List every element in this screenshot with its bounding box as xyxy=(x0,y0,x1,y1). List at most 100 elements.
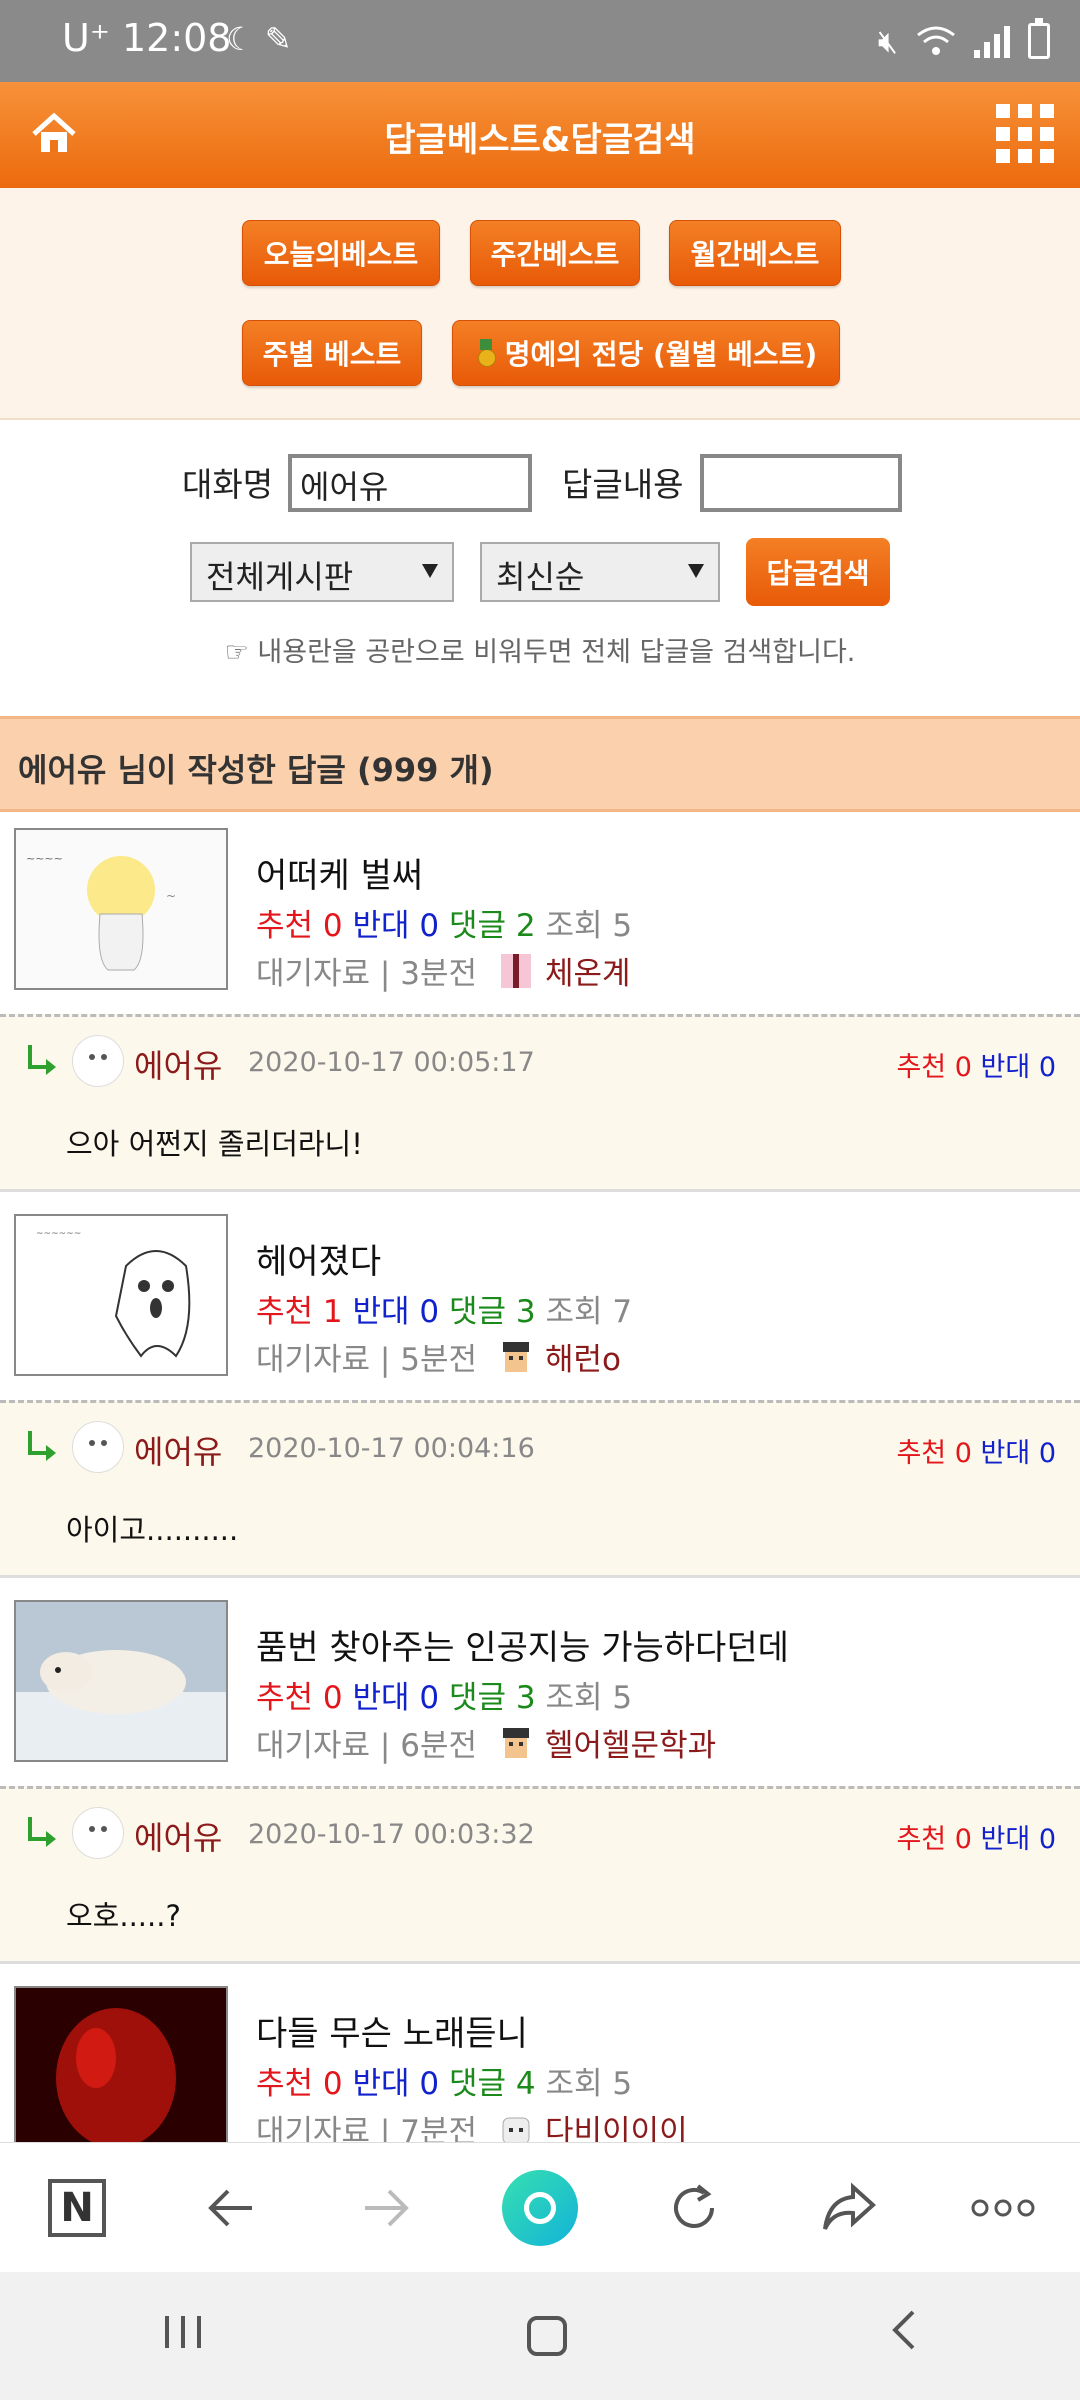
board-select[interactable]: 전체게시판 xyxy=(190,542,454,602)
reply-user[interactable]: 에어유 xyxy=(134,1813,222,1859)
arrow-left-icon xyxy=(208,2189,253,2226)
naver-n-icon: N xyxy=(48,2178,107,2237)
naver-home-button[interactable]: N xyxy=(37,2168,117,2248)
sort-select[interactable]: 최신순 xyxy=(480,542,720,602)
browser-toolbar: N xyxy=(0,2142,1080,2272)
system-nav-bar xyxy=(0,2272,1080,2400)
mute-icon: 🔇︎ xyxy=(877,21,898,60)
more-button[interactable] xyxy=(963,2168,1043,2248)
medal-icon xyxy=(475,339,497,367)
post-stats: 추천 1 반대 0 댓글 3 조회 7 xyxy=(256,1294,633,1330)
back-button[interactable] xyxy=(191,2168,271,2248)
app-header: 답글베스트&답글검색 xyxy=(0,82,1080,188)
user-avatar-icon xyxy=(72,1807,124,1859)
post-meta: 대기자료 | 7분전 다비이이이 xyxy=(256,2106,688,2142)
svg-text:~~~~~~: ~~~~~~ xyxy=(36,1229,81,1239)
post-author[interactable]: 헬어헬문학과 xyxy=(545,1720,716,1765)
best-buttons-panel: 오늘의베스트 주간베스트 월간베스트 주별 베스트 명예의 전당 (월별 베스트… xyxy=(0,188,1080,420)
content-label: 답글내용 xyxy=(562,465,684,504)
reply-arrow-icon xyxy=(24,1431,58,1463)
status-notification-icons: ☾ ✎ xyxy=(226,20,292,58)
status-carrier-time: U⁺ 12:08 xyxy=(62,16,232,60)
post-title[interactable]: 어떠케 벌써 xyxy=(256,848,423,897)
post-thumbnail[interactable]: ~~~~~~ xyxy=(14,1214,228,1376)
reply-arrow-icon xyxy=(24,1045,58,1077)
hall-of-fame-button[interactable]: 명예의 전당 (월별 베스트) xyxy=(452,320,840,386)
post-meta: 대기자료 | 5분전 해런o xyxy=(256,1334,621,1379)
system-home-button[interactable] xyxy=(527,2316,567,2356)
reply-user[interactable]: 에어유 xyxy=(134,1427,222,1473)
post-item[interactable]: ~~~~~~ 헤어졌다 추천 1 반대 0 댓글 3 조회 7 대기자료 | 5… xyxy=(0,1202,1080,1398)
user-level-icon xyxy=(502,2117,530,2142)
results-header: 에어유 님이 작성한 답글 (999 개) xyxy=(0,716,1080,812)
battery-icon xyxy=(1028,18,1050,59)
post-meta: 대기자료 | 3분전 체온계 xyxy=(256,948,631,993)
post-stats: 추천 0 반대 0 댓글 2 조회 5 xyxy=(256,908,633,944)
dropdown-arrow-icon xyxy=(688,564,704,578)
reply-text: 아이고.......... xyxy=(66,1513,239,1547)
user-level-icon xyxy=(503,1341,529,1372)
reply-date: 2020-10-17 00:05:17 xyxy=(248,1047,535,1078)
more-dots-icon xyxy=(971,2199,1035,2216)
back-chevron-icon xyxy=(892,2310,915,2350)
post-thumbnail[interactable] xyxy=(14,1600,228,1762)
reply-text: 오호.....? xyxy=(66,1899,181,1933)
status-right-icons: 🔇︎ xyxy=(878,14,1050,68)
status-bar: U⁺ 12:08 ☾ ✎ 🔇︎ xyxy=(0,0,1080,82)
by-week-best-button[interactable]: 주별 베스트 xyxy=(242,320,422,386)
post-author[interactable]: 해런o xyxy=(545,1334,621,1379)
search-form: 대화명 에어유 답글내용 전체게시판 최신순 답글검색 ☞ 내용란을 공란으로 … xyxy=(0,422,1080,714)
svg-text:~~~~: ~~~~ xyxy=(26,852,63,865)
arrow-right-icon xyxy=(364,2189,409,2226)
nickname-label: 대화명 xyxy=(182,465,274,504)
post-meta: 대기자료 | 6분전 헬어헬문학과 xyxy=(256,1720,716,1765)
reply-search-button[interactable]: 답글검색 xyxy=(746,538,890,606)
post-item[interactable]: 품번 찾아주는 인공지능 가능하다던데 추천 0 반대 0 댓글 3 조회 5 … xyxy=(0,1588,1080,1784)
share-button[interactable] xyxy=(809,2168,889,2248)
post-title[interactable]: 다들 무슨 노래듣니 xyxy=(256,2006,528,2055)
content-input[interactable] xyxy=(700,454,902,512)
user-level-icon xyxy=(501,953,531,988)
green-dot-button[interactable] xyxy=(500,2168,580,2248)
hall-of-fame-label: 명예의 전당 (월별 베스트) xyxy=(504,338,818,371)
svg-text:~: ~ xyxy=(166,889,176,903)
post-author[interactable]: 다비이이이 xyxy=(545,2106,688,2142)
reply-item: 에어유 2020-10-17 00:05:17 추천 0 반대 0 으아 어쩐지… xyxy=(0,1014,1080,1192)
green-dot-icon xyxy=(501,2169,578,2246)
share-arrow-icon xyxy=(822,2182,876,2230)
nickname-input[interactable]: 에어유 xyxy=(288,454,532,512)
recent-apps-icon xyxy=(165,2316,201,2348)
post-thumbnail[interactable]: ~~~~ ~ xyxy=(14,828,228,990)
post-item[interactable]: 다들 무슨 노래듣니 추천 0 반대 0 댓글 4 조회 5 대기자료 | 7분… xyxy=(0,1974,1080,2142)
system-back-button[interactable] xyxy=(889,2308,919,2364)
post-item[interactable]: ~~~~ ~ 어떠케 벌써 추천 0 반대 0 댓글 2 조회 5 대기자료 | … xyxy=(0,816,1080,1012)
menu-grid-icon[interactable] xyxy=(996,104,1056,164)
recent-apps-button[interactable] xyxy=(161,2308,205,2364)
reply-user[interactable]: 에어유 xyxy=(134,1041,222,1087)
reply-arrow-icon xyxy=(24,1817,58,1849)
reply-date: 2020-10-17 00:03:32 xyxy=(248,1819,535,1850)
post-thumbnail[interactable] xyxy=(14,1986,228,2142)
board-select-value: 전체게시판 xyxy=(206,558,354,596)
user-avatar-icon xyxy=(72,1035,124,1087)
reply-votes: 추천 0 반대 0 xyxy=(896,1824,1056,1855)
post-author[interactable]: 체온계 xyxy=(545,948,631,993)
reload-button[interactable] xyxy=(654,2168,734,2248)
user-level-icon xyxy=(503,1727,529,1758)
reload-icon xyxy=(674,2183,715,2228)
weekly-best-button[interactable]: 주간베스트 xyxy=(470,220,640,286)
sort-select-value: 최신순 xyxy=(496,558,585,596)
post-stats: 추천 0 반대 0 댓글 3 조회 5 xyxy=(256,1680,633,1716)
post-title[interactable]: 품번 찾아주는 인공지능 가능하다던데 xyxy=(256,1620,789,1669)
wifi-icon xyxy=(917,26,955,55)
post-title[interactable]: 헤어졌다 xyxy=(256,1234,381,1283)
reply-item: 에어유 2020-10-17 00:04:16 추천 0 반대 0 아이고...… xyxy=(0,1400,1080,1578)
page-title: 답글베스트&답글검색 xyxy=(384,120,696,160)
dropdown-arrow-icon xyxy=(422,564,438,578)
reply-date: 2020-10-17 00:04:16 xyxy=(248,1433,535,1464)
reply-votes: 추천 0 반대 0 xyxy=(896,1438,1056,1469)
forward-button[interactable] xyxy=(346,2168,426,2248)
reply-item: 에어유 2020-10-17 00:03:32 추천 0 반대 0 오호....… xyxy=(0,1786,1080,1964)
today-best-button[interactable]: 오늘의베스트 xyxy=(242,220,440,286)
monthly-best-button[interactable]: 월간베스트 xyxy=(669,220,841,286)
